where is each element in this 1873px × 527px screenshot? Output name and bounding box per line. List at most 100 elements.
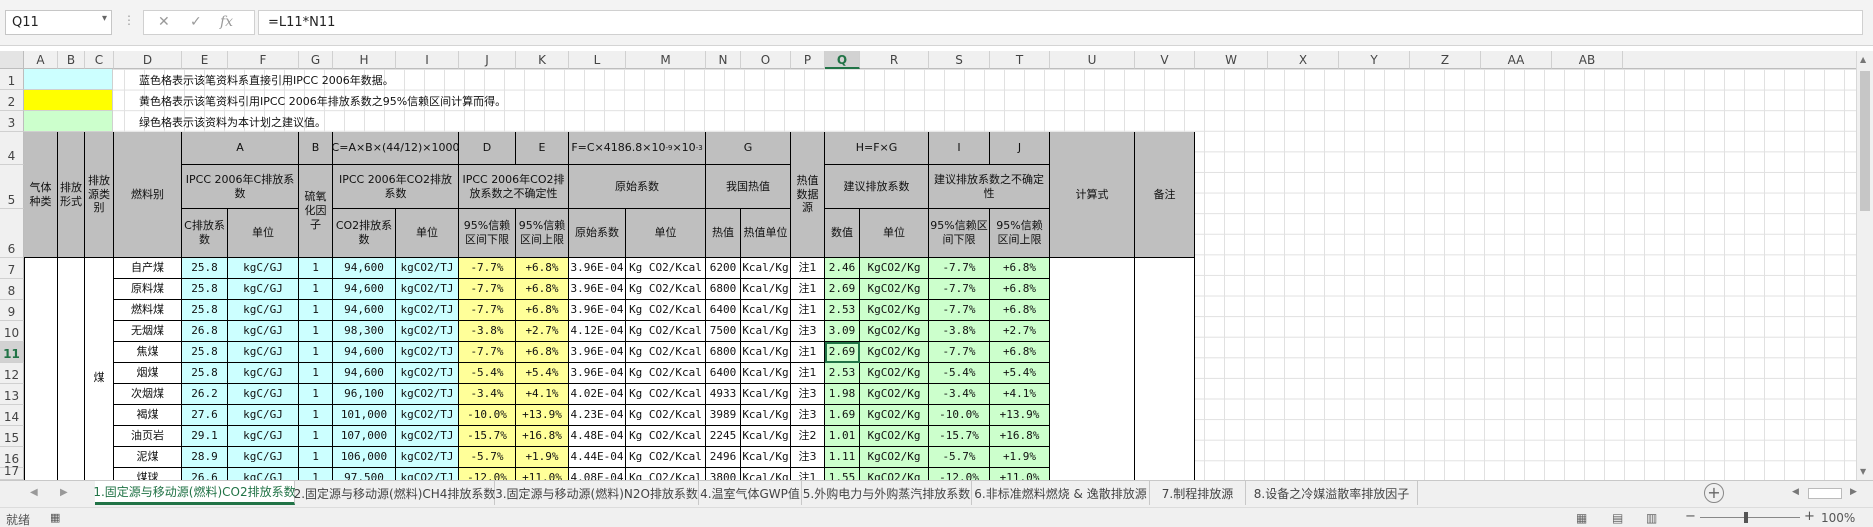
heat-source-cell[interactable]: 注3	[791, 405, 825, 426]
row-header-8[interactable]: 8	[0, 279, 24, 300]
raw-unit-cell[interactable]: Kg CO2/Kcal	[626, 405, 706, 426]
ci-upper-cell[interactable]: +5.4%	[516, 363, 569, 384]
raw-unit-cell[interactable]: Kg CO2/Kcal	[626, 300, 706, 321]
ci-upper-cell[interactable]: +1.9%	[516, 447, 569, 468]
sulfur-cell[interactable]: 1	[299, 258, 333, 279]
column-header-w[interactable]: W	[1195, 51, 1268, 69]
fuel-cell[interactable]: 原料煤	[114, 279, 182, 300]
co2-factor-cell[interactable]: 101,000	[333, 405, 396, 426]
name-box[interactable]: Q11 ▾	[5, 10, 112, 35]
ci-upper-cell[interactable]: +16.8%	[516, 426, 569, 447]
c-unit-cell[interactable]: kgC/GJ	[228, 300, 299, 321]
c-factor-cell[interactable]: 29.1	[182, 426, 228, 447]
ci-lower-cell[interactable]: -7.7%	[459, 342, 516, 363]
s-ci-upper-cell[interactable]: +1.9%	[990, 447, 1050, 468]
column-header-aa[interactable]: AA	[1481, 51, 1552, 69]
s-ci-upper-cell[interactable]: +6.8%	[990, 258, 1050, 279]
heat-value-cell[interactable]: 4933	[706, 384, 741, 405]
sulfur-cell[interactable]: 1	[299, 468, 333, 480]
row-header-9[interactable]: 9	[0, 300, 24, 321]
heat-source-cell[interactable]: 注1	[791, 258, 825, 279]
heat-source-cell[interactable]: 注3	[791, 321, 825, 342]
c-factor-cell[interactable]: 25.8	[182, 363, 228, 384]
select-all-corner[interactable]	[0, 51, 24, 69]
heat-unit-cell[interactable]: Kcal/Kg	[741, 279, 791, 300]
value-cell[interactable]: 2.69	[825, 279, 860, 300]
co2-factor-cell[interactable]: 97,500	[333, 468, 396, 480]
macro-record-icon[interactable]: ▦	[50, 511, 60, 524]
row-header-13[interactable]: 13	[0, 384, 24, 405]
co2-unit-cell[interactable]: kgCO2/TJ	[396, 426, 459, 447]
heat-value-cell[interactable]: 3800	[706, 468, 741, 480]
worksheet-grid[interactable]: 蓝色格表示该笔资料系直接引用IPCC 2006年数据。 黄色格表示该笔资料引用I…	[24, 69, 1856, 480]
s-ci-upper-cell[interactable]: +11.0%	[990, 468, 1050, 480]
tab-next-icon[interactable]: ▶	[60, 487, 68, 498]
heat-source-cell[interactable]: 注1	[791, 468, 825, 480]
page-break-preview-icon[interactable]: ▥	[1646, 511, 1657, 525]
c-factor-cell[interactable]: 27.6	[182, 405, 228, 426]
ci-upper-cell[interactable]: +11.0%	[516, 468, 569, 480]
value-cell[interactable]: 1.01	[825, 426, 860, 447]
column-header-p[interactable]: P	[791, 51, 825, 69]
heat-unit-cell[interactable]: Kcal/Kg	[741, 321, 791, 342]
fuel-cell[interactable]: 自产煤	[114, 258, 182, 279]
sulfur-cell[interactable]: 1	[299, 279, 333, 300]
c-factor-cell[interactable]: 25.8	[182, 300, 228, 321]
s-ci-lower-cell[interactable]: -3.8%	[929, 321, 990, 342]
sulfur-cell[interactable]: 1	[299, 384, 333, 405]
value-cell[interactable]: 2.53	[825, 363, 860, 384]
co2-unit-cell[interactable]: kgCO2/TJ	[396, 468, 459, 480]
s-ci-lower-cell[interactable]: -3.4%	[929, 384, 990, 405]
heat-value-cell[interactable]: 3989	[706, 405, 741, 426]
c-unit-cell[interactable]: kgC/GJ	[228, 321, 299, 342]
c-unit-cell[interactable]: kgC/GJ	[228, 468, 299, 480]
heat-source-cell[interactable]: 注1	[791, 300, 825, 321]
sheet-tab-1[interactable]: 1.固定源与移动源(燃料)CO2排放系数	[93, 481, 296, 505]
heat-value-cell[interactable]: 6400	[706, 300, 741, 321]
raw-factor-cell[interactable]: 3.96E-04	[569, 258, 626, 279]
value-cell[interactable]: 2.69	[825, 342, 860, 363]
co2-factor-cell[interactable]: 96,100	[333, 384, 396, 405]
column-header-m[interactable]: M	[626, 51, 706, 69]
normal-view-icon[interactable]: ▦	[1576, 511, 1587, 525]
fuel-cell[interactable]: 褐煤	[114, 405, 182, 426]
column-header-d[interactable]: D	[114, 51, 182, 69]
zoom-level[interactable]: 100%	[1821, 511, 1855, 525]
heat-value-cell[interactable]: 6200	[706, 258, 741, 279]
raw-factor-cell[interactable]: 4.12E-04	[569, 321, 626, 342]
s-ci-upper-cell[interactable]: +13.9%	[990, 405, 1050, 426]
row-header-10[interactable]: 10	[0, 321, 24, 342]
raw-factor-cell[interactable]: 4.23E-04	[569, 405, 626, 426]
value-unit-cell[interactable]: KgCO2/Kg	[860, 279, 929, 300]
scroll-right-icon[interactable]: ▶	[1850, 487, 1857, 497]
c-factor-cell[interactable]: 26.8	[182, 321, 228, 342]
chevron-down-icon[interactable]: ▾	[102, 13, 107, 24]
sulfur-cell[interactable]: 1	[299, 447, 333, 468]
ci-lower-cell[interactable]: -5.4%	[459, 363, 516, 384]
sheet-tab-6[interactable]: 6.非标准燃料燃烧 & 逸散排放源	[972, 481, 1150, 505]
raw-factor-cell[interactable]: 4.08E-04	[569, 468, 626, 480]
c-factor-cell[interactable]: 25.8	[182, 258, 228, 279]
c-factor-cell[interactable]: 26.2	[182, 384, 228, 405]
raw-factor-cell[interactable]: 4.48E-04	[569, 426, 626, 447]
raw-factor-cell[interactable]: 4.44E-04	[569, 447, 626, 468]
c-factor-cell[interactable]: 26.6	[182, 468, 228, 480]
vertical-scrollbar[interactable]: ▲ ▼	[1856, 51, 1873, 480]
insert-function-icon[interactable]: fx	[220, 14, 233, 30]
fuel-cell[interactable]: 油页岩	[114, 426, 182, 447]
heat-source-cell[interactable]: 注1	[791, 363, 825, 384]
value-unit-cell[interactable]: KgCO2/Kg	[860, 384, 929, 405]
column-header-n[interactable]: N	[706, 51, 741, 69]
heat-unit-cell[interactable]: Kcal/Kg	[741, 426, 791, 447]
sulfur-cell[interactable]: 1	[299, 300, 333, 321]
s-ci-upper-cell[interactable]: +5.4%	[990, 363, 1050, 384]
c-unit-cell[interactable]: kgC/GJ	[228, 363, 299, 384]
cancel-icon[interactable]: ✕	[158, 14, 170, 30]
column-header-o[interactable]: O	[741, 51, 791, 69]
zoom-out-icon[interactable]: −	[1685, 509, 1696, 524]
ci-upper-cell[interactable]: +6.8%	[516, 279, 569, 300]
s-ci-lower-cell[interactable]: -7.7%	[929, 300, 990, 321]
s-ci-upper-cell[interactable]: +6.8%	[990, 300, 1050, 321]
c-factor-cell[interactable]: 25.8	[182, 279, 228, 300]
co2-factor-cell[interactable]: 94,600	[333, 363, 396, 384]
